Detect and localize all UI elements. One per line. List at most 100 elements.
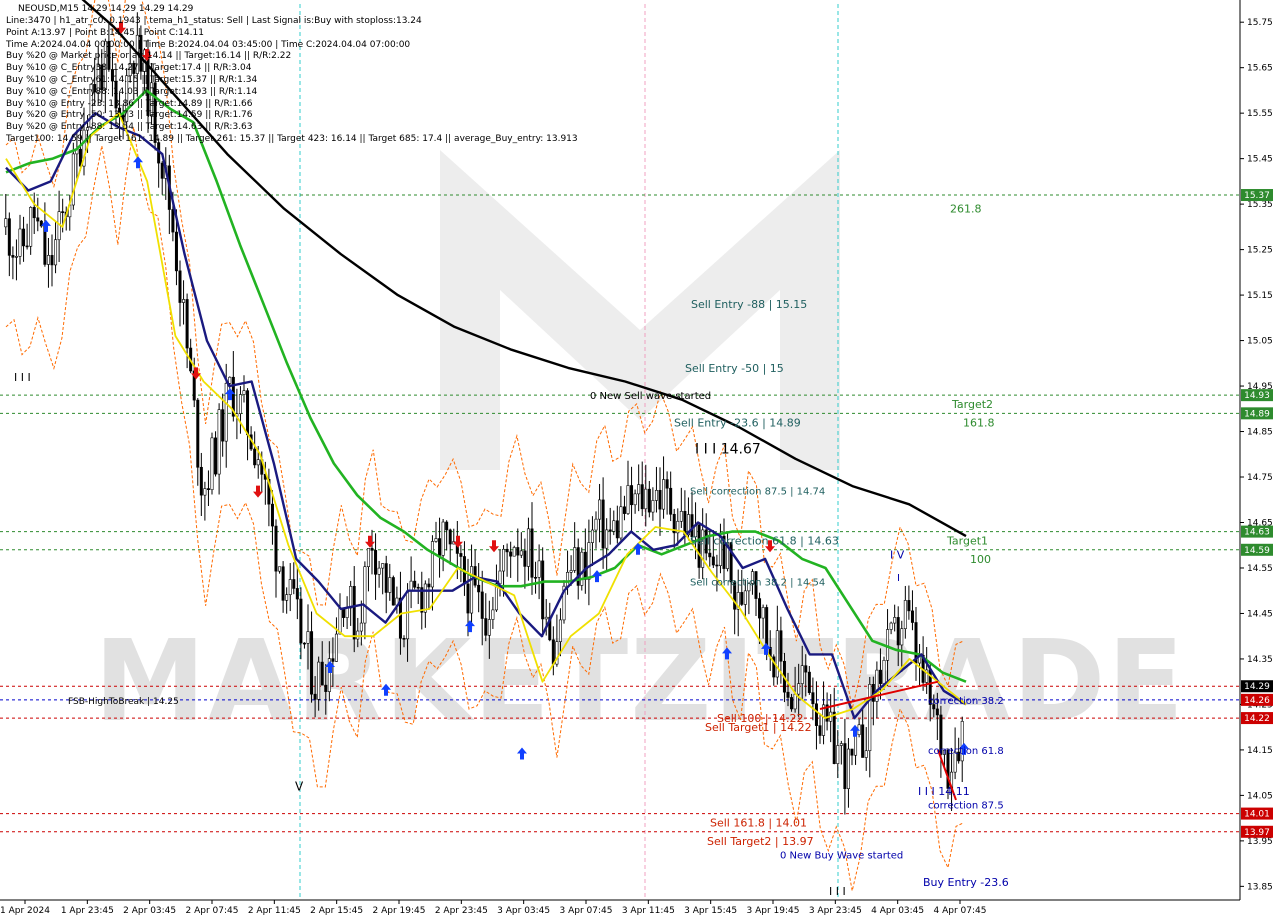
time-tick-label: 2 Apr 07:45 xyxy=(186,906,239,916)
candle-body xyxy=(480,591,484,619)
candle-body xyxy=(7,218,11,256)
candle-body xyxy=(903,600,907,629)
candle-body xyxy=(797,683,801,695)
candle-body xyxy=(299,598,303,644)
candle-body xyxy=(594,518,598,531)
candle-body xyxy=(345,607,349,618)
candle-body xyxy=(445,521,449,531)
candle-body xyxy=(793,693,797,710)
candle-body xyxy=(29,207,33,247)
price-tick-label: 15.75 xyxy=(1247,18,1273,28)
chart-annotation: I I I xyxy=(829,885,846,898)
candle-body xyxy=(388,577,392,593)
candle-body xyxy=(210,437,214,490)
level-price-label: 13.97 xyxy=(1244,828,1270,838)
candle-body xyxy=(861,724,865,758)
candle-body xyxy=(22,228,26,247)
candle-body xyxy=(356,630,360,640)
candle-body xyxy=(864,750,868,758)
price-tick-label: 13.85 xyxy=(1247,882,1273,892)
time-tick-label: 3 Apr 11:45 xyxy=(622,906,675,916)
candle-body xyxy=(814,703,818,726)
candle-body xyxy=(182,299,186,303)
chart-annotation: correction 61.8 xyxy=(928,746,1004,757)
candle-body xyxy=(359,622,363,632)
candle-body xyxy=(25,245,29,248)
candle-body xyxy=(54,239,58,266)
chart-annotation: I xyxy=(897,573,900,584)
candle-body xyxy=(868,684,872,752)
candle-body xyxy=(512,547,516,557)
candle-body xyxy=(878,669,882,684)
candle-body xyxy=(370,548,374,551)
candle-body xyxy=(427,583,431,588)
candle-body xyxy=(573,547,577,571)
chart-annotation: Target2 xyxy=(951,398,993,411)
info-line: Buy %10 @ C_Entry38: 14.27 || Target:17.… xyxy=(6,63,252,74)
candle-body xyxy=(270,503,274,527)
chart-annotation: 261.8 xyxy=(950,203,982,216)
candle-body xyxy=(790,697,794,710)
info-line: Buy %10 @ C_Entry88: 14.03 || Target:14.… xyxy=(6,86,258,97)
price-tick-label: 15.15 xyxy=(1247,291,1273,301)
candle-body xyxy=(313,693,317,700)
candle-body xyxy=(278,566,282,572)
chart-annotation: I I I 14.67 xyxy=(695,442,761,458)
level-price-label: 15.37 xyxy=(1244,191,1270,201)
candle-body xyxy=(935,708,939,716)
candle-body xyxy=(214,437,218,475)
candle-body xyxy=(498,570,502,585)
candle-body xyxy=(18,228,22,257)
candle-body xyxy=(889,622,893,630)
candle-body xyxy=(654,490,658,501)
level-price-label: 14.29 xyxy=(1244,682,1270,692)
candle-body xyxy=(502,548,506,572)
candle-body xyxy=(662,479,666,510)
chart-annotation: Sell Target1 | 14.22 xyxy=(705,721,812,734)
chart-annotation: Sell Target2 | 13.97 xyxy=(707,835,814,848)
candle-body xyxy=(669,487,673,515)
chart-annotation: Sell correction 38.2 | 14.54 xyxy=(690,578,825,589)
time-tick-label: 2 Apr 11:45 xyxy=(248,906,301,916)
candle-body xyxy=(285,594,289,601)
candle-body xyxy=(256,459,260,466)
candle-body xyxy=(566,571,570,587)
chart-annotation: Sell correction 87.5 | 14.74 xyxy=(690,487,825,498)
candle-body xyxy=(206,488,210,490)
candle-body xyxy=(171,209,175,233)
candle-body xyxy=(174,231,178,272)
time-tick-label: 2 Apr 15:45 xyxy=(310,906,363,916)
candle-body xyxy=(406,590,410,640)
candle-body xyxy=(459,553,463,557)
candle-body xyxy=(338,608,342,635)
candle-body xyxy=(519,550,523,556)
info-line: Buy %10 @ C_Entry61: 14.15 || Target:15.… xyxy=(6,75,258,85)
info-line: Point A:13.97 | Point B:14.45 | Point C:… xyxy=(6,27,204,38)
time-tick-label: 4 Apr 03:45 xyxy=(871,906,924,916)
candle-body xyxy=(391,577,395,606)
candle-body xyxy=(640,484,644,510)
candle-body xyxy=(605,529,609,549)
candle-body xyxy=(310,631,314,695)
candle-body xyxy=(765,607,769,648)
candle-body xyxy=(832,711,836,764)
price-tick-label: 15.65 xyxy=(1247,64,1273,74)
candle-body xyxy=(402,637,406,640)
level-price-label: 14.59 xyxy=(1244,546,1270,556)
chart-annotation: I V xyxy=(890,548,905,561)
candle-body xyxy=(221,409,225,442)
chart-annotation: Sell correction 61.8 | 14.63 xyxy=(690,535,839,548)
level-price-label: 14.01 xyxy=(1244,810,1270,820)
candle-body xyxy=(893,617,897,624)
candle-body xyxy=(349,586,353,609)
chart-annotation: I I I 14.11 xyxy=(918,785,970,798)
info-line: Target100: 14.59 || Target 161: 14.89 ||… xyxy=(6,134,578,144)
candle-body xyxy=(352,586,356,640)
candle-body xyxy=(544,616,548,620)
candle-body xyxy=(317,661,321,700)
candle-body xyxy=(551,639,555,665)
candle-body xyxy=(238,394,242,414)
candle-body xyxy=(779,630,783,662)
candle-body xyxy=(839,743,843,746)
candle-body xyxy=(665,479,669,489)
